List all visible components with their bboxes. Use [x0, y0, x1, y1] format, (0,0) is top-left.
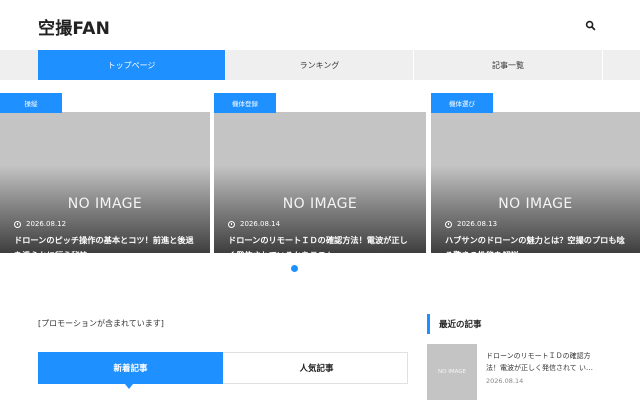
slider-card[interactable]: NO IMAGE 2026.08.13 ハブサンのドローンの魅力とは？空撮のプロ… [431, 93, 640, 260]
sidebar-heading: 最近の記事 [427, 314, 482, 334]
slider-pagination-dot[interactable] [291, 265, 298, 272]
sidebar-post-thumbnail[interactable]: NO IMAGE [427, 344, 477, 400]
card-thumbnail: NO IMAGE 2026.08.14 ドローンのリモートＩＤの確認方法！電波が… [214, 112, 426, 260]
clock-icon [228, 220, 235, 228]
clock-icon [445, 220, 452, 228]
post-tabs: 新着記事 人気記事 [38, 352, 409, 389]
nav-item-article-list[interactable]: 記事一覧 [414, 50, 602, 80]
card-date: 2026.08.14 [228, 220, 280, 228]
site-title[interactable]: 空撮FAN [38, 14, 110, 39]
card-date: 2026.08.12 [14, 220, 66, 228]
global-nav: トップページ ランキング 記事一覧 [0, 50, 640, 80]
card-date: 2026.08.13 [445, 220, 497, 228]
category-badge[interactable]: 機体登録 [214, 93, 276, 113]
card-title[interactable]: ドローンのリモートＩＤの確認方法！電波が正しく発信されているかをテスト [228, 233, 414, 263]
tab-popular-posts[interactable]: 人気記事 [224, 352, 409, 384]
card-title[interactable]: ハブサンのドローンの魅力とは？空撮のプロも唸る驚きの性能を解説 [445, 233, 628, 263]
promotion-notice: [プロモーションが含まれています] [38, 319, 164, 328]
no-image-text: NO IMAGE [67, 196, 143, 212]
clock-icon [14, 220, 21, 228]
search-icon[interactable] [584, 18, 598, 32]
card-thumbnail: NO IMAGE 2026.08.13 ハブサンのドローンの魅力とは？空撮のプロ… [431, 112, 640, 260]
slider-card[interactable]: NO IMAGE 2026.08.14 ドローンのリモートＩＤの確認方法！電波が… [214, 93, 426, 260]
card-date-text: 2026.08.14 [240, 220, 281, 228]
nav-item-top-page[interactable]: トップページ [38, 50, 225, 80]
sidebar-post-date: 2026.08.14 [486, 377, 524, 385]
nav-item-ranking[interactable]: ランキング [226, 50, 413, 80]
category-badge[interactable]: 機体選び [431, 93, 493, 113]
no-image-text: NO IMAGE [282, 196, 358, 212]
category-badge[interactable]: 操縦 [0, 93, 62, 113]
card-date-text: 2026.08.13 [457, 220, 498, 228]
card-date-text: 2026.08.12 [26, 220, 67, 228]
card-title[interactable]: ドローンのピッチ操作の基本とコツ！前進と後退を滑らかに行う秘訣 [14, 233, 198, 263]
nav-divider [602, 50, 603, 80]
no-image-text: NO IMAGE [498, 196, 573, 212]
card-thumbnail: NO IMAGE 2026.08.12 ドローンのピッチ操作の基本とコツ！前進と… [0, 112, 210, 260]
tab-new-posts[interactable]: 新着記事 [38, 352, 223, 389]
slider-card[interactable]: NO IMAGE 2026.08.12 ドローンのピッチ操作の基本とコツ！前進と… [0, 93, 210, 260]
sidebar-post-title[interactable]: ドローンのリモートＩＤの確認方法！電波が正しく発信されて い… [486, 350, 598, 374]
sidebar-post-item[interactable]: NO IMAGE ドローンのリモートＩＤの確認方法！電波が正しく発信されて い…… [427, 344, 603, 400]
